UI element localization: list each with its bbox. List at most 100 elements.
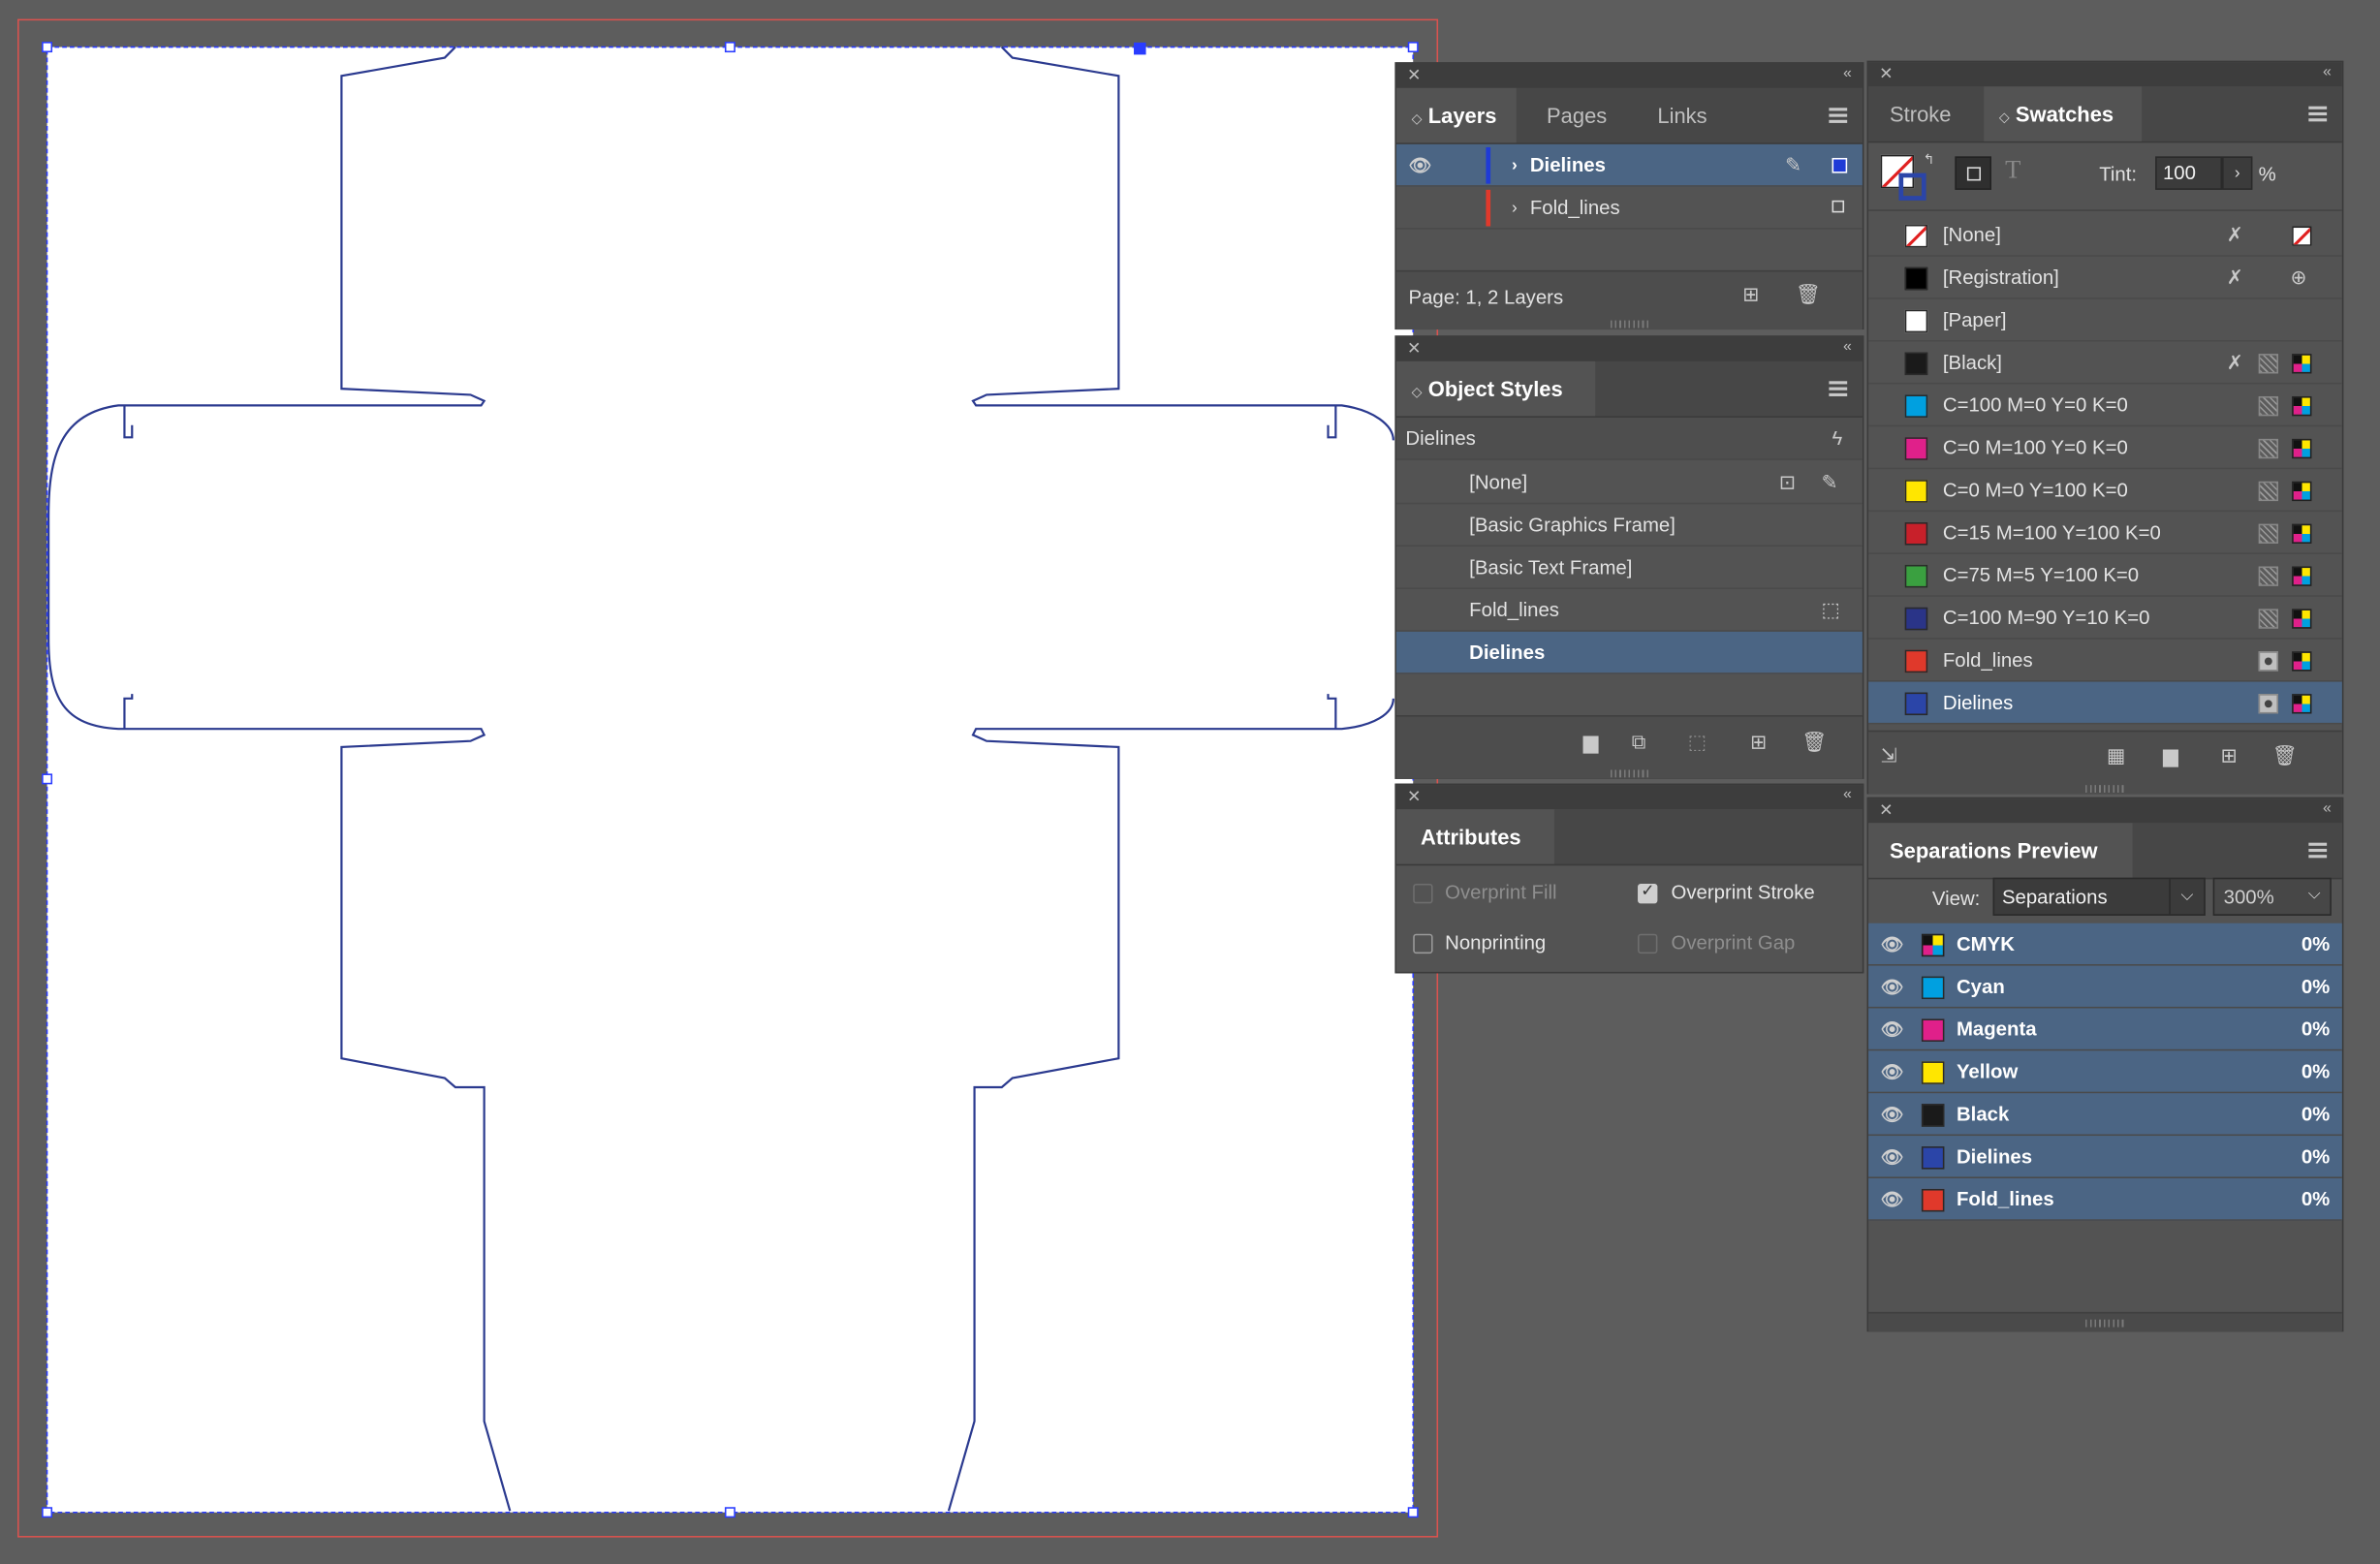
folder-icon[interactable]: ▆ [1583, 731, 1599, 755]
swatch-row[interactable]: Fold_lines [1868, 640, 2342, 682]
visibility-eye-icon[interactable]: 👁 [1881, 1008, 1904, 1050]
close-icon[interactable]: ✕ [1407, 65, 1421, 85]
selection-indicator[interactable] [1832, 200, 1845, 213]
panel-titlebar[interactable]: ✕ ‹‹ [1868, 62, 2342, 87]
visibility-eye-icon[interactable]: 👁 [1881, 966, 1904, 1009]
tab-attributes[interactable]: Attributes [1395, 809, 1554, 864]
tint-input[interactable]: 100 [2155, 156, 2223, 190]
expand-chevron-icon[interactable]: › [1512, 187, 1518, 230]
visibility-eye-icon[interactable]: 👁 [1409, 144, 1432, 187]
style-item[interactable]: [Basic Graphics Frame] [1395, 504, 1863, 547]
ink-row[interactable]: 👁 Yellow 0% [1868, 1050, 2342, 1094]
ink-row[interactable]: 👁 Dielines 0% [1868, 1136, 2342, 1178]
stroke-proxy-icon[interactable] [1898, 172, 1926, 201]
close-icon[interactable]: ✕ [1879, 64, 1893, 83]
visibility-eye-icon[interactable]: 👁 [1881, 1093, 1904, 1136]
collapse-icon[interactable]: ‹‹ [2323, 64, 2332, 80]
visibility-eye-icon[interactable]: 👁 [1881, 1050, 1904, 1093]
overprint-fill-checkbox[interactable] [1413, 883, 1433, 904]
new-swatch-icon[interactable]: ⊞ [2220, 744, 2237, 768]
panel-menu-icon[interactable] [1829, 108, 1848, 123]
nonprinting-checkbox[interactable] [1413, 933, 1433, 954]
panel-titlebar[interactable]: ✕ ‹‹ [1395, 785, 1863, 810]
swatch-row-selected[interactable]: Dielines [1868, 681, 2342, 725]
layer-row-dielines[interactable]: 👁 › Dielines ✎ [1395, 143, 1863, 187]
ink-row[interactable]: 👁 CMYK 0% [1868, 923, 2342, 966]
tint-slider-button[interactable]: › [2222, 156, 2253, 190]
panel-titlebar[interactable]: ✕ ‹‹ [1395, 63, 1863, 88]
style-item[interactable]: [None] ⊡ ✎ [1395, 461, 1863, 505]
lightning-icon[interactable]: ϟ [1832, 418, 1843, 460]
overprint-stroke-checkbox[interactable] [1638, 881, 1658, 904]
panel-menu-icon[interactable] [2308, 106, 2328, 122]
tab-object-styles[interactable]: ◇ Object Styles [1395, 360, 1596, 417]
zoom-dropdown[interactable]: 300% ⌵ [2212, 877, 2332, 916]
collapse-icon[interactable]: ‹‹ [2323, 800, 2332, 817]
folder-icon[interactable]: ▆ [2163, 744, 2178, 768]
import-swatch-icon[interactable]: ⇲ [1881, 744, 1897, 768]
attributes-tabbar: Attributes [1395, 809, 1863, 866]
style-item[interactable]: Fold_lines ⬚ [1395, 589, 1863, 632]
style-label: [None] [1469, 470, 1528, 494]
clear-attributes-icon[interactable]: ⬚ [1688, 731, 1707, 755]
new-style-icon[interactable]: ⊞ [1750, 731, 1767, 755]
clear-overrides-icon[interactable]: ⧉ [1632, 731, 1646, 755]
resize-grip[interactable] [2085, 785, 2125, 793]
view-dropdown[interactable]: Separations ⌵ [1992, 877, 2206, 916]
swatch-row[interactable]: C=100 M=90 Y=10 K=0 [1868, 597, 2342, 640]
close-icon[interactable]: ✕ [1407, 338, 1421, 359]
panel-titlebar[interactable]: ✕ ‹‹ [1868, 798, 2342, 824]
new-layer-icon[interactable]: ⊞ [1742, 282, 1759, 306]
ink-row[interactable]: 👁 Magenta 0% [1868, 1008, 2342, 1051]
tab-swatches[interactable]: ◇ Swatches [1984, 86, 2143, 141]
layer-row-fold-lines[interactable]: › Fold_lines [1395, 187, 1863, 230]
close-icon[interactable]: ✕ [1407, 787, 1421, 806]
swatch-name: C=0 M=0 Y=100 K=0 [1942, 478, 2128, 502]
collapse-icon[interactable]: ‹‹ [1843, 787, 1852, 803]
selected-item-indicator[interactable] [1832, 157, 1848, 173]
show-swatch-kinds-icon[interactable]: ▦ [2107, 744, 2125, 768]
expand-chevron-icon[interactable]: › [1512, 144, 1518, 187]
collapse-icon[interactable]: ‹‹ [1843, 65, 1852, 81]
ink-row[interactable]: 👁 Cyan 0% [1868, 965, 2342, 1009]
tab-layers[interactable]: ◇ Layers [1395, 87, 1517, 143]
tab-stroke[interactable]: Stroke [1874, 86, 1966, 141]
visibility-eye-icon[interactable]: 👁 [1881, 1136, 1904, 1178]
visibility-eye-icon[interactable]: 👁 [1881, 923, 1904, 966]
swap-icon[interactable]: ↰ [1924, 152, 1935, 169]
trash-icon[interactable]: 🗑 [1796, 282, 1821, 306]
trash-icon[interactable]: 🗑 [2272, 744, 2298, 768]
swatch-row[interactable]: [Black] ✗ [1868, 342, 2342, 385]
swatch-row[interactable]: [None] ✗ [1868, 214, 2342, 257]
formatting-text-icon[interactable]: T [2005, 155, 2020, 185]
tab-links[interactable]: Links [1643, 88, 1723, 142]
swatch-name: [Registration] [1942, 266, 2059, 289]
panel-titlebar[interactable]: ✕ ‹‹ [1395, 336, 1863, 361]
swatch-row[interactable]: C=75 M=5 Y=100 K=0 [1868, 554, 2342, 597]
panel-menu-icon[interactable] [2308, 842, 2328, 859]
resize-grip[interactable] [1610, 769, 1649, 778]
resize-grip[interactable] [2085, 1319, 2125, 1328]
ink-row[interactable]: 👁 Fold_lines 0% [1868, 1177, 2342, 1221]
tab-pages[interactable]: Pages [1531, 88, 1622, 142]
swatch-row[interactable]: [Registration] ✗ ⊕ [1868, 257, 2342, 299]
style-item[interactable]: [Basic Text Frame] [1395, 547, 1863, 589]
style-item-selected[interactable]: Dielines [1395, 631, 1863, 674]
overprint-gap-checkbox[interactable] [1638, 933, 1658, 954]
visibility-eye-icon[interactable]: 👁 [1881, 1178, 1904, 1221]
swatch-name: C=0 M=100 Y=0 K=0 [1942, 435, 2128, 459]
trash-icon[interactable]: 🗑 [1801, 731, 1827, 755]
swatch-controls: ↰ T Tint: 100 › % [1868, 142, 2342, 211]
ink-row[interactable]: 👁 Black 0% [1868, 1093, 2342, 1137]
formatting-container-button[interactable] [1955, 156, 1991, 190]
panel-menu-icon[interactable] [1829, 381, 1848, 396]
swatch-row[interactable]: [Paper] [1868, 299, 2342, 342]
swatch-row[interactable]: C=0 M=100 Y=0 K=0 [1868, 426, 2342, 470]
swatch-row[interactable]: C=15 M=100 Y=100 K=0 [1868, 512, 2342, 554]
tab-separations-preview[interactable]: Separations Preview [1868, 823, 2133, 878]
close-icon[interactable]: ✕ [1879, 800, 1893, 820]
swatch-row[interactable]: C=0 M=0 Y=100 K=0 [1868, 469, 2342, 513]
swatch-row[interactable]: C=100 M=0 Y=0 K=0 [1868, 384, 2342, 427]
resize-grip[interactable] [1610, 320, 1649, 328]
collapse-icon[interactable]: ‹‹ [1843, 338, 1852, 355]
